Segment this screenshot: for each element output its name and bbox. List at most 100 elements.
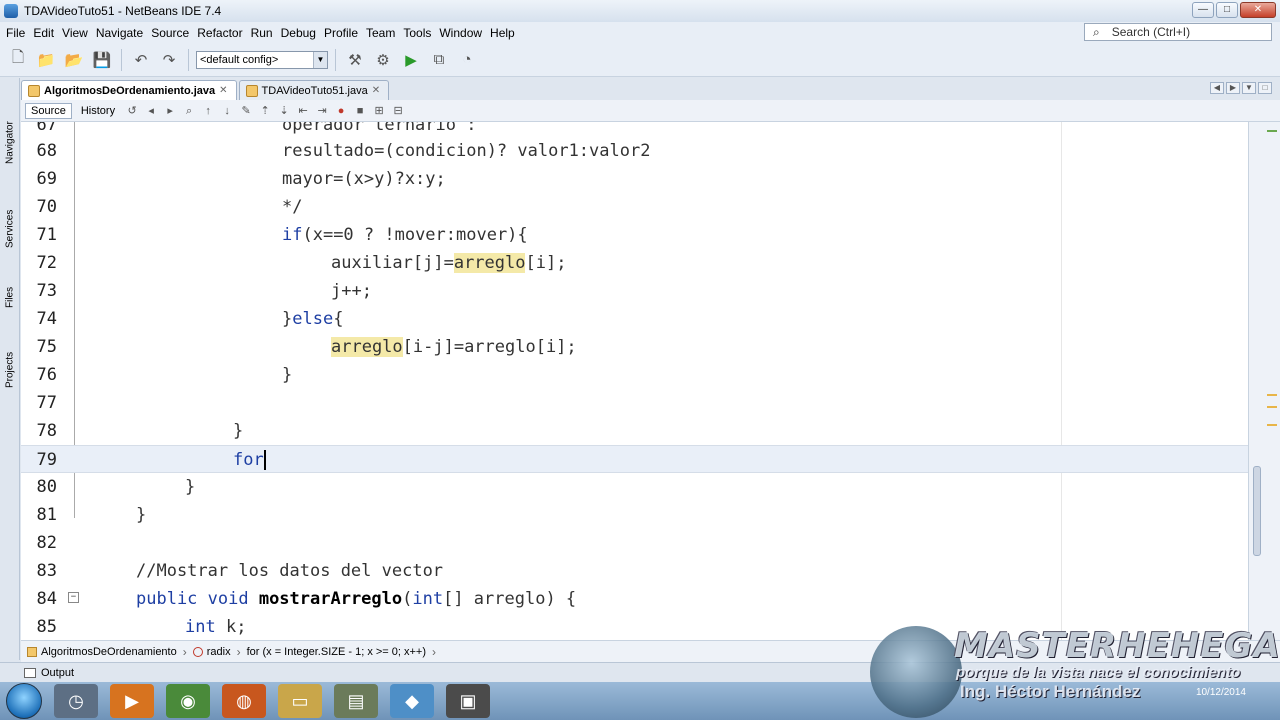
menu-team[interactable]: Team: [362, 26, 399, 40]
occurrence-marker[interactable]: [1267, 406, 1277, 408]
new-project-icon[interactable]: 📁: [34, 48, 58, 72]
tab-tdavideotuto51[interactable]: TDAVideoTuto51.java ✕: [238, 80, 390, 100]
open-project-icon[interactable]: 📂: [62, 48, 86, 72]
code-text: }else{: [282, 305, 343, 333]
run-icon[interactable]: ▶: [399, 48, 423, 72]
undo-icon[interactable]: ↶: [129, 48, 153, 72]
close-tab-icon[interactable]: ✕: [219, 85, 227, 96]
watermark-tagline: porque de la vista nace el conocimiento: [956, 664, 1241, 681]
code-line: 78 }: [21, 417, 1248, 445]
stop-macro-icon[interactable]: ■: [352, 103, 368, 119]
debug-icon[interactable]: ⧉: [427, 48, 451, 72]
menu-window[interactable]: Window: [435, 26, 486, 40]
services-tab[interactable]: Services: [2, 178, 18, 248]
file-explorer-icon[interactable]: ▭: [278, 684, 322, 718]
close-tab-icon[interactable]: ✕: [372, 85, 380, 96]
netbeans-icon: [4, 4, 18, 18]
menu-run[interactable]: Run: [247, 26, 277, 40]
chrome-icon[interactable]: ◉: [166, 684, 210, 718]
back-icon[interactable]: ◂: [143, 103, 159, 119]
menu-debug[interactable]: Debug: [277, 26, 320, 40]
clean-build-icon[interactable]: ⚙: [371, 48, 395, 72]
find-icon[interactable]: ⌕: [181, 103, 197, 119]
search-input[interactable]: ⌕ Search (Ctrl+I): [1084, 23, 1272, 41]
find-next-icon[interactable]: ↓: [219, 103, 235, 119]
code-text: arreglo[i-j]=arreglo[i];: [331, 333, 577, 361]
find-previous-icon[interactable]: ↑: [200, 103, 216, 119]
chevron-right-icon: ›: [432, 644, 437, 659]
breadcrumb-class[interactable]: AlgoritmosDeOrdenamiento: [27, 646, 177, 658]
watermark-brand: MASTERHEHEGAR: [954, 626, 1280, 666]
breadcrumb-method[interactable]: radix: [192, 645, 231, 658]
maximize-button[interactable]: □: [1216, 2, 1238, 18]
java-file-icon: [28, 84, 40, 97]
tab-algoritmos[interactable]: AlgoritmosDeOrdenamiento.java ✕: [21, 80, 237, 100]
line-number: 74: [36, 309, 57, 329]
breadcrumb-label: radix: [206, 645, 231, 658]
editor-scrollbar[interactable]: [1248, 122, 1280, 640]
minimize-button[interactable]: —: [1192, 2, 1214, 18]
scrollbar-thumb[interactable]: [1253, 466, 1261, 556]
occurrence-marker[interactable]: [1267, 394, 1277, 396]
fold-toggle-icon[interactable]: −: [68, 592, 79, 603]
uncomment-icon[interactable]: ⊟: [390, 103, 406, 119]
shift-right-icon[interactable]: ⇥: [314, 103, 330, 119]
line-number: 76: [36, 365, 57, 385]
previous-bookmark-icon[interactable]: ⇡: [257, 103, 273, 119]
redo-icon[interactable]: ↷: [157, 48, 181, 72]
maximize-editor-icon[interactable]: □: [1258, 82, 1272, 94]
files-tab[interactable]: Files: [2, 258, 18, 308]
scroll-left-icon[interactable]: ◀: [1210, 82, 1224, 94]
menu-file[interactable]: File: [2, 26, 29, 40]
source-tab[interactable]: Source: [25, 102, 72, 119]
breadcrumb-label: AlgoritmosDeOrdenamiento: [41, 645, 177, 658]
code-text: */: [282, 197, 303, 217]
projects-tab[interactable]: Projects: [2, 318, 18, 388]
menu-source[interactable]: Source: [147, 26, 193, 40]
breadcrumb-statement[interactable]: for (x = Integer.SIZE - 1; x >= 0; x++): [247, 646, 426, 658]
menu-profile[interactable]: Profile: [320, 26, 362, 40]
record-macro-icon[interactable]: ●: [333, 103, 349, 119]
menu-refactor[interactable]: Refactor: [193, 26, 246, 40]
start-button[interactable]: [6, 683, 42, 719]
code-editor[interactable]: 67 operador ternario : 68 resultado=(con…: [21, 122, 1248, 640]
history-tab[interactable]: History: [75, 103, 121, 119]
menu-view[interactable]: View: [58, 26, 92, 40]
breadcrumb-label: for (x = Integer.SIZE - 1; x >= 0; x++): [246, 645, 427, 658]
menu-tools[interactable]: Tools: [399, 26, 435, 40]
camera-app-icon[interactable]: ▣: [446, 684, 490, 718]
navigator-tab[interactable]: Navigator: [2, 84, 18, 164]
profile-icon[interactable]: ◔: [455, 48, 479, 72]
tab-list-icon[interactable]: ▼: [1242, 82, 1256, 94]
menu-navigate[interactable]: Navigate: [92, 26, 147, 40]
build-icon[interactable]: ⚒: [343, 48, 367, 72]
media-player-icon[interactable]: ▶: [110, 684, 154, 718]
keyword: for: [233, 450, 264, 470]
config-select[interactable]: <default config> ▼: [196, 50, 328, 69]
scroll-right-icon[interactable]: ▶: [1226, 82, 1240, 94]
app-icon[interactable]: ▤: [334, 684, 378, 718]
save-all-icon[interactable]: 💾: [90, 48, 114, 72]
clock-app-icon[interactable]: ◷: [54, 684, 98, 718]
code-line: 69 mayor=(x>y)?x:y;: [21, 165, 1248, 193]
shift-left-icon[interactable]: ⇤: [295, 103, 311, 119]
tab-controls: ◀ ▶ ▼ □: [1210, 82, 1272, 94]
firefox-icon[interactable]: ◍: [222, 684, 266, 718]
menu-edit[interactable]: Edit: [29, 26, 58, 40]
code-fragment: [i];: [525, 253, 567, 273]
java-file-icon: [245, 84, 258, 97]
toggle-highlight-icon[interactable]: ✎: [238, 103, 254, 119]
output-tab[interactable]: Output: [41, 667, 74, 679]
netbeans-taskbar-icon[interactable]: ◆: [390, 684, 434, 718]
occurrence-marker[interactable]: [1267, 424, 1277, 426]
forward-icon[interactable]: ▸: [162, 103, 178, 119]
new-file-icon[interactable]: 🗋: [6, 48, 30, 72]
close-button[interactable]: ✕: [1240, 2, 1276, 18]
last-edit-icon[interactable]: ↺: [124, 103, 140, 119]
menu-help[interactable]: Help: [486, 26, 519, 40]
line-number: 69: [36, 169, 57, 189]
comment-icon[interactable]: ⊞: [371, 103, 387, 119]
editor-tabs: AlgoritmosDeOrdenamiento.java ✕ TDAVideo…: [21, 78, 1280, 100]
tab-label: AlgoritmosDeOrdenamiento.java: [44, 84, 216, 97]
next-bookmark-icon[interactable]: ⇣: [276, 103, 292, 119]
